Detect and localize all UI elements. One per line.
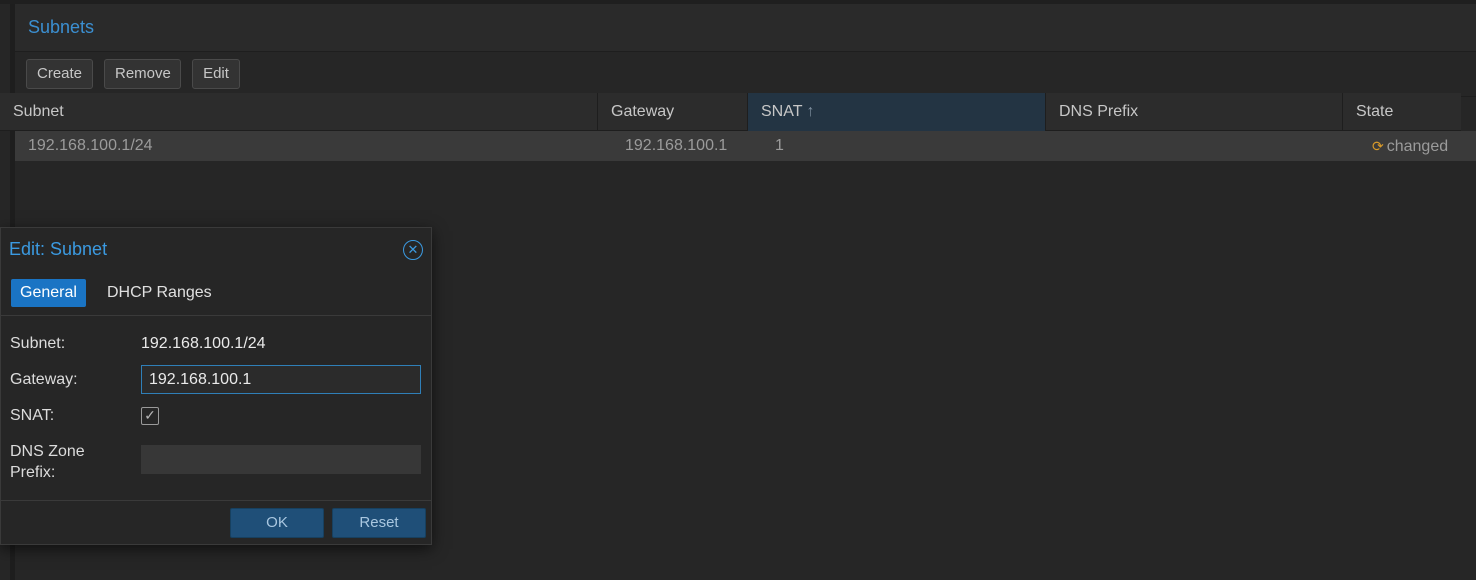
edit-button[interactable]: Edit (192, 59, 240, 89)
column-header-snat[interactable]: SNAT ↑ (747, 93, 1045, 131)
check-icon: ✓ (144, 407, 156, 423)
state-text: changed (1386, 138, 1449, 155)
close-icon[interactable]: ✕ (403, 240, 423, 260)
snat-label: SNAT: (10, 407, 55, 424)
subnet-value: 192.168.100.1/24 (141, 335, 266, 352)
cell-state: ⟳ changed (1372, 131, 1448, 161)
table-row[interactable]: 192.168.100.1/24 192.168.100.1 1 ⟳ change… (15, 131, 1476, 161)
create-button[interactable]: Create (26, 59, 93, 89)
cell-subnet: 192.168.100.1/24 (28, 137, 153, 154)
dns-label-line1: DNS Zone (10, 443, 85, 460)
dialog-title: Edit: Subnet (9, 239, 108, 259)
panel-title: Subnets (28, 17, 95, 37)
column-header-subnet[interactable]: Subnet (0, 93, 597, 131)
dialog-tabs: General DHCP Ranges (1, 278, 431, 316)
edit-subnet-dialog: Edit: Subnet ✕ General DHCP Ranges Subne… (0, 227, 432, 545)
reset-button[interactable]: Reset (332, 508, 426, 538)
tab-dhcp-ranges[interactable]: DHCP Ranges (98, 279, 221, 307)
grid-header: Subnet Gateway SNAT ↑ DNS Prefix State (0, 93, 1461, 131)
refresh-icon: ⟳ (1372, 138, 1384, 154)
gateway-field[interactable] (141, 365, 421, 394)
dialog-footer: OK Reset (1, 500, 431, 544)
column-header-gateway[interactable]: Gateway (597, 93, 747, 131)
cell-gateway: 192.168.100.1 (625, 137, 728, 154)
snat-checkbox[interactable]: ✓ (141, 407, 159, 425)
column-header-dns-prefix[interactable]: DNS Prefix (1045, 93, 1342, 131)
panel-header: Subnets (15, 4, 1476, 52)
cell-snat: 1 (775, 137, 784, 154)
dns-zone-prefix-field[interactable] (141, 445, 421, 474)
column-header-state[interactable]: State (1342, 93, 1461, 131)
dns-label-line2: Prefix: (10, 464, 56, 481)
subnet-label: Subnet: (10, 335, 66, 352)
ok-button[interactable]: OK (230, 508, 324, 538)
sort-ascending-icon: ↑ (806, 103, 815, 120)
gateway-label: Gateway: (10, 371, 78, 388)
remove-button[interactable]: Remove (104, 59, 181, 89)
dns-zone-prefix-label: DNS Zone Prefix: (10, 441, 85, 483)
column-header-snat-label: SNAT (761, 103, 803, 120)
tab-general[interactable]: General (11, 279, 86, 307)
toolbar: Create Remove Edit (15, 52, 1476, 97)
app-window: Subnets Create Remove Edit Subnet Gatewa… (0, 0, 1476, 580)
